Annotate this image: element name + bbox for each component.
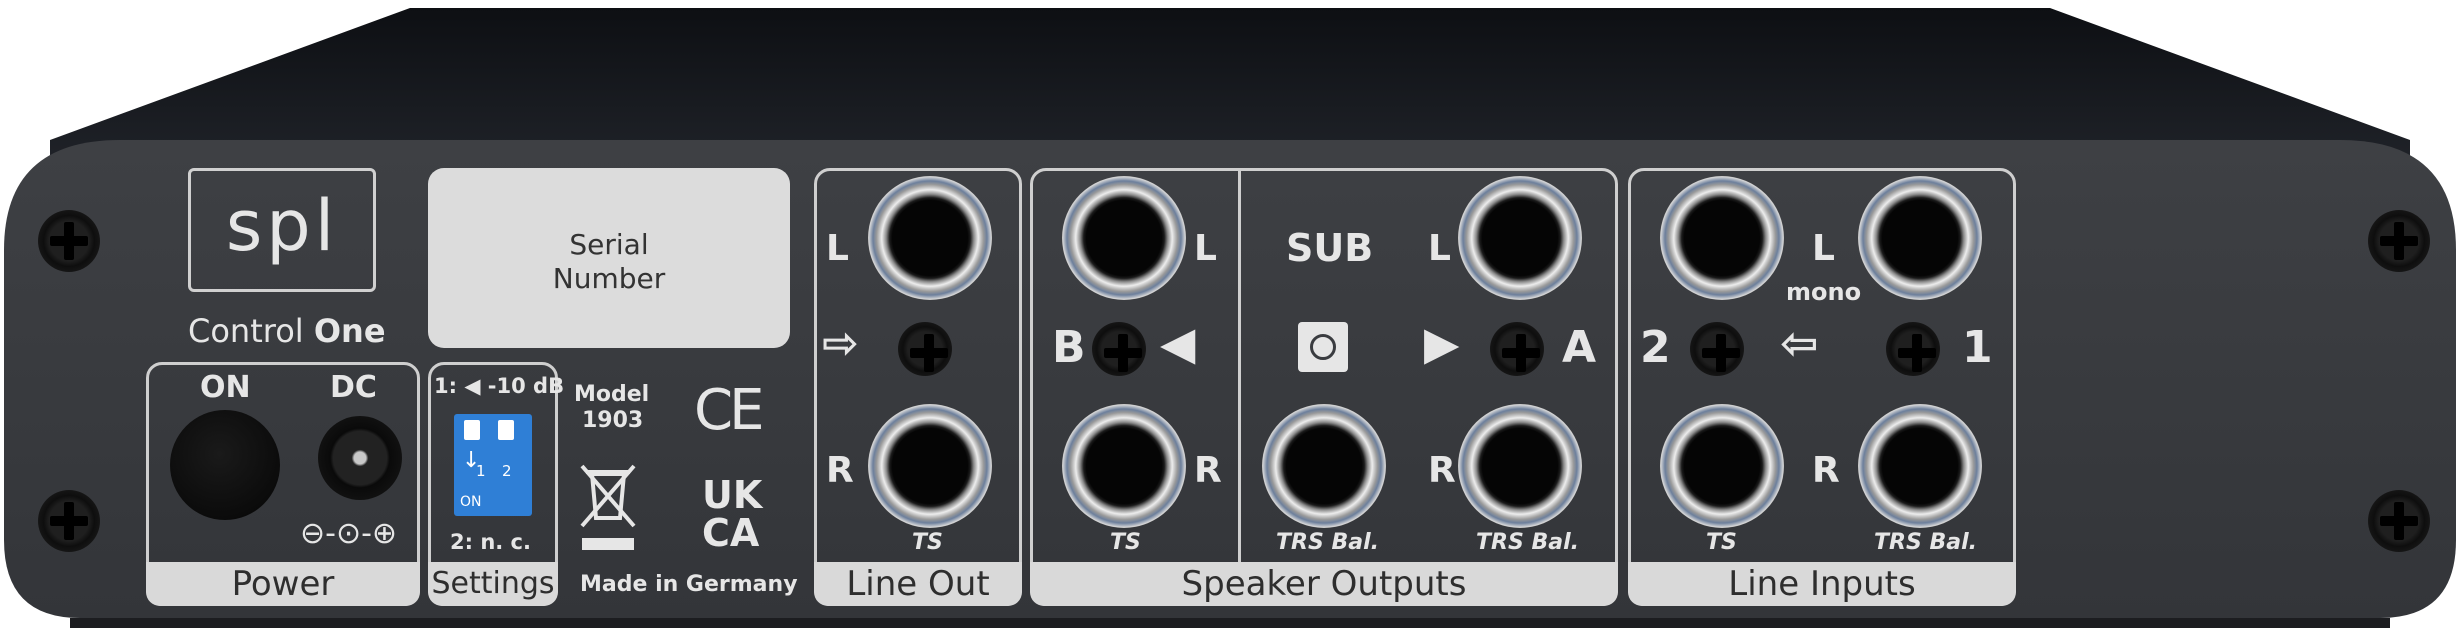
model-number: 1903	[582, 408, 644, 433]
speaker-a-right-jack[interactable]	[1458, 404, 1582, 528]
speaker-a-left-jack[interactable]	[1458, 176, 1582, 300]
made-in-label: Made in Germany	[580, 572, 798, 597]
sub-jack[interactable]	[1262, 404, 1386, 528]
line-out-left-jack[interactable]	[868, 176, 992, 300]
power-dc-label: DC	[330, 370, 377, 405]
ukca-mark-line2: CA	[702, 511, 760, 555]
line-input-2-screw	[1690, 322, 1744, 376]
speaker-b-icon: ◀	[1160, 316, 1196, 370]
line-inputs-left-label: L	[1812, 228, 1835, 269]
line-inputs-mono-label: mono	[1786, 278, 1862, 306]
speaker-a-right-label: R	[1428, 450, 1456, 491]
line-input-1-screw	[1886, 322, 1940, 376]
line-input-2-label: 2	[1640, 322, 1671, 373]
line-inputs-section-label: Line Inputs	[1628, 562, 2016, 606]
settings-bottom-label: 2: n. c.	[450, 530, 531, 554]
input-arrow-icon: ⇦	[1780, 316, 1819, 370]
model-label: Model	[574, 382, 650, 407]
weee-bin-icon	[580, 464, 636, 550]
power-on-label: ON	[200, 370, 251, 405]
model-name: Control One	[188, 312, 386, 350]
serial-label-line2: Number	[552, 262, 666, 295]
sub-label: SUB	[1286, 226, 1374, 270]
dip-switch-on-label: ON	[460, 494, 482, 510]
screw-bottom-left	[38, 490, 100, 552]
line-out-right-jack[interactable]	[868, 404, 992, 528]
speaker-icon-small: ◀	[464, 374, 481, 398]
line-out-section-label: Line Out	[814, 562, 1022, 606]
dip-switch-lever-2[interactable]	[498, 420, 514, 440]
speaker-a-left-label: L	[1428, 228, 1451, 269]
line-input-1-left-jack[interactable]	[1858, 176, 1982, 300]
speaker-b-right-jack[interactable]	[1062, 404, 1186, 528]
model-name-suffix: One	[313, 312, 386, 350]
line-input-2-right-jack[interactable]	[1660, 404, 1784, 528]
power-section-label: Power	[146, 562, 420, 606]
line-out-right-label: R	[826, 450, 854, 491]
settings-section-label: Settings	[428, 562, 558, 606]
speaker-b-left-jack[interactable]	[1062, 176, 1186, 300]
speaker-b-screw	[1092, 322, 1146, 376]
settings-top-label: 1: ◀ -10 dB	[434, 374, 564, 398]
ukca-mark-line1: UK	[702, 473, 763, 517]
line-input-1-label: 1	[1962, 322, 1993, 373]
serial-label-line1: Serial	[569, 228, 649, 261]
dip-switch-label-2: 2	[502, 462, 512, 480]
spl-logo: spl	[188, 168, 376, 292]
output-arrow-icon: ⇨	[822, 318, 859, 369]
speaker-a-icon: ◀	[1424, 316, 1460, 370]
ce-mark: CE	[694, 378, 765, 443]
model-name-prefix: Control	[188, 312, 304, 350]
dip-switch[interactable]: 1 2 ↓ ON	[454, 414, 532, 516]
speaker-outputs-section-label: Speaker Outputs	[1030, 562, 1618, 606]
speaker-a-label: A	[1562, 322, 1597, 373]
dc-jack[interactable]	[318, 416, 402, 500]
line-out-type: TS	[912, 530, 943, 555]
speaker-a-screw	[1490, 322, 1544, 376]
speaker-outputs-divider	[1238, 168, 1241, 562]
settings-top-value: -10 dB	[487, 374, 565, 398]
line-input-2-type: TS	[1706, 530, 1737, 555]
screw-top-right	[2368, 210, 2430, 272]
line-out-screw	[898, 322, 952, 376]
speaker-b-right-label: R	[1194, 450, 1222, 491]
speaker-a-type: TRS Bal.	[1476, 530, 1579, 555]
screw-bottom-right	[2368, 490, 2430, 552]
dip-switch-arrow-icon: ↓	[462, 448, 481, 473]
sub-type: TRS Bal.	[1276, 530, 1379, 555]
sub-woofer-icon	[1298, 322, 1348, 372]
dip-switch-lever-1[interactable]	[464, 420, 480, 440]
speaker-b-type: TS	[1110, 530, 1141, 555]
line-inputs-right-label: R	[1812, 450, 1840, 491]
serial-number-plate: Serial Number	[428, 168, 790, 348]
line-input-1-right-jack[interactable]	[1858, 404, 1982, 528]
power-button[interactable]	[170, 410, 280, 520]
device-rear-panel: spl Control One Serial Number ON DC ⊖-⊙-…	[0, 0, 2460, 640]
dc-polarity-symbol: ⊖-⊙-⊕	[300, 516, 398, 551]
line-input-1-type: TRS Bal.	[1874, 530, 1977, 555]
spl-logo-text: spl	[225, 185, 339, 267]
line-input-2-left-jack[interactable]	[1660, 176, 1784, 300]
line-out-left-label: L	[826, 228, 849, 269]
speaker-b-left-label: L	[1194, 228, 1217, 269]
screw-top-left	[38, 210, 100, 272]
settings-top-prefix: 1:	[434, 374, 458, 398]
speaker-b-label: B	[1052, 322, 1086, 373]
